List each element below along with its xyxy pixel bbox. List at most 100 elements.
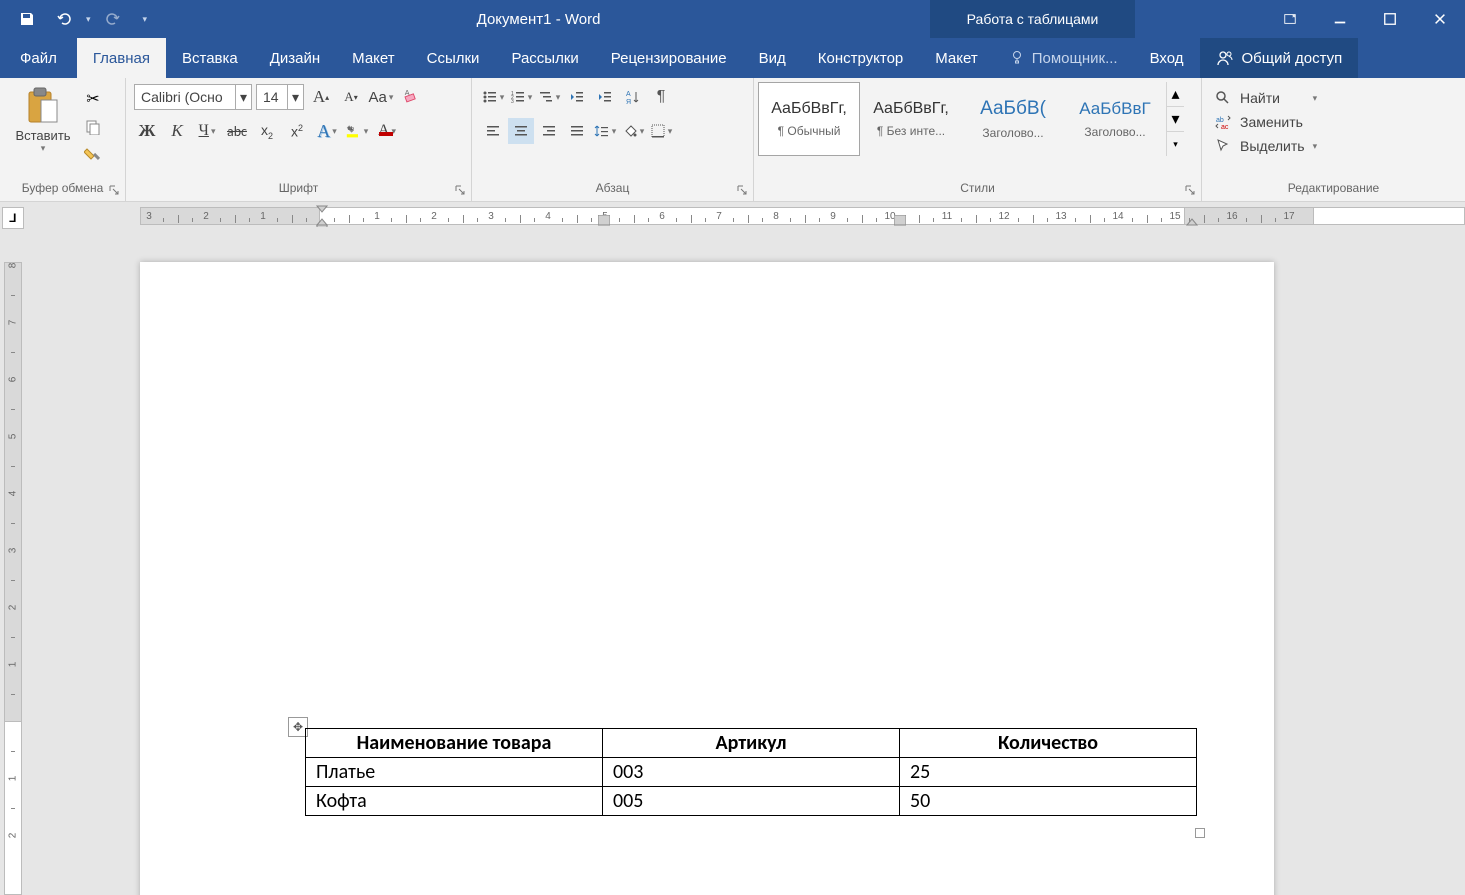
tab-view[interactable]: Вид	[743, 38, 802, 78]
show-marks-button[interactable]: ¶	[648, 84, 674, 110]
tab-review[interactable]: Рецензирование	[595, 38, 743, 78]
font-launcher[interactable]	[453, 183, 467, 197]
share-label: Общий доступ	[1242, 50, 1343, 67]
highlight-button[interactable]: ab	[344, 118, 370, 144]
table-cell[interactable]: 25	[900, 758, 1197, 787]
vertical-ruler[interactable]: 8765432112	[0, 232, 26, 895]
svg-text:Я: Я	[626, 99, 631, 105]
superscript-button[interactable]: x2	[284, 118, 310, 144]
tab-table-layout[interactable]: Макет	[919, 38, 993, 78]
paragraph-launcher[interactable]	[735, 183, 749, 197]
page[interactable]: ✥ Наименование товара Артикул Количество…	[140, 262, 1274, 895]
find-button[interactable]: Найти	[1210, 88, 1321, 108]
justify-button[interactable]	[564, 118, 590, 144]
table-cell[interactable]: Платье	[306, 758, 603, 787]
replace-button[interactable]: abac Заменить	[1210, 112, 1321, 132]
svg-text:ab: ab	[347, 126, 353, 132]
subscript-button[interactable]: x2	[254, 118, 280, 144]
styles-scroll-up[interactable]: ▴	[1167, 82, 1184, 107]
font-color-button[interactable]: A	[374, 118, 400, 144]
tab-design[interactable]: Дизайн	[254, 38, 336, 78]
document-table[interactable]: Наименование товара Артикул Количество П…	[305, 728, 1197, 816]
table-col-marker-1[interactable]	[598, 215, 610, 227]
multilevel-list-button[interactable]	[536, 84, 562, 110]
table-col-marker-2[interactable]	[894, 215, 906, 227]
italic-button[interactable]: К	[164, 118, 190, 144]
font-name-combo[interactable]: Calibri (Осно ▾	[134, 84, 252, 110]
table-cell[interactable]: 003	[603, 758, 900, 787]
font-size-combo[interactable]: 14 ▾	[256, 84, 304, 110]
style-heading2[interactable]: АаБбВвГ Заголово...	[1064, 82, 1166, 156]
table-cell[interactable]: 005	[603, 787, 900, 816]
increase-indent-button[interactable]	[592, 84, 618, 110]
table-row[interactable]: Платье 003 25	[306, 758, 1197, 787]
styles-expand[interactable]: ▾	[1167, 132, 1184, 156]
line-spacing-icon	[594, 123, 610, 139]
bold-button[interactable]: Ж	[134, 118, 160, 144]
cursor-icon	[1214, 138, 1232, 154]
close-button[interactable]	[1415, 0, 1465, 38]
table-header-row[interactable]: Наименование товара Артикул Количество	[306, 729, 1197, 758]
shading-button[interactable]	[620, 118, 646, 144]
copy-button[interactable]	[82, 116, 104, 138]
share-button[interactable]: Общий доступ	[1200, 38, 1359, 78]
right-indent-marker[interactable]	[1186, 215, 1198, 227]
sort-button[interactable]: AЯ	[620, 84, 646, 110]
tab-stop-selector[interactable]: L	[2, 207, 24, 229]
shrink-font-button[interactable]: A▾	[338, 84, 364, 110]
table-row[interactable]: Кофта 005 50	[306, 787, 1197, 816]
table-header-cell[interactable]: Артикул	[603, 729, 900, 758]
table-cell[interactable]: 50	[900, 787, 1197, 816]
styles-launcher[interactable]	[1183, 183, 1197, 197]
horizontal-ruler[interactable]: 3211234567891011121314151617	[0, 203, 1465, 231]
tab-mailings[interactable]: Рассылки	[495, 38, 594, 78]
redo-button[interactable]	[95, 4, 129, 34]
table-cell[interactable]: Кофта	[306, 787, 603, 816]
change-case-button[interactable]: Aa	[368, 84, 394, 110]
style-normal[interactable]: АаБбВвГг, ¶ Обычный	[758, 82, 860, 156]
clear-formatting-button[interactable]: A	[398, 84, 424, 110]
style-no-spacing[interactable]: АаБбВвГг, ¶ Без инте...	[860, 82, 962, 156]
left-indent-marker[interactable]	[316, 215, 328, 227]
grow-font-button[interactable]: A▴	[308, 84, 334, 110]
styles-scroll-down[interactable]: ▾	[1167, 107, 1184, 132]
maximize-button[interactable]	[1365, 0, 1415, 38]
decrease-indent-button[interactable]	[564, 84, 590, 110]
table-resize-handle[interactable]	[1195, 828, 1205, 838]
paste-button[interactable]: Вставить ▾	[8, 84, 78, 154]
ribbon-display-options-button[interactable]	[1265, 0, 1315, 38]
sign-in-button[interactable]: Вход	[1134, 38, 1200, 78]
document-area[interactable]: ✥ Наименование товара Артикул Количество…	[26, 232, 1465, 895]
align-left-button[interactable]	[480, 118, 506, 144]
clipboard-launcher[interactable]	[107, 183, 121, 197]
format-painter-button[interactable]	[82, 144, 104, 166]
tab-table-design[interactable]: Конструктор	[802, 38, 920, 78]
text-effects-button[interactable]: A	[314, 118, 340, 144]
tab-references[interactable]: Ссылки	[411, 38, 496, 78]
numbering-button[interactable]: 123	[508, 84, 534, 110]
tab-insert[interactable]: Вставка	[166, 38, 254, 78]
tab-home[interactable]: Главная	[77, 38, 166, 78]
select-button[interactable]: Выделить	[1210, 136, 1321, 156]
cut-button[interactable]: ✂	[82, 88, 104, 110]
paste-icon	[23, 86, 63, 126]
tab-file[interactable]: Файл	[0, 38, 77, 78]
line-spacing-button[interactable]	[592, 118, 618, 144]
font-name-dropdown[interactable]: ▾	[235, 85, 251, 109]
strikethrough-button[interactable]: abc	[224, 118, 250, 144]
save-button[interactable]	[10, 4, 44, 34]
align-right-button[interactable]	[536, 118, 562, 144]
minimize-button[interactable]	[1315, 0, 1365, 38]
undo-dropdown[interactable]: ▾	[86, 14, 91, 25]
align-center-button[interactable]	[508, 118, 534, 144]
font-size-dropdown[interactable]: ▾	[287, 85, 303, 109]
borders-button[interactable]	[648, 118, 674, 144]
underline-button[interactable]: Ч	[194, 118, 220, 144]
tell-me-box[interactable]: Помощник...	[994, 38, 1134, 78]
tab-layout[interactable]: Макет	[336, 38, 410, 78]
table-header-cell[interactable]: Количество	[900, 729, 1197, 758]
table-header-cell[interactable]: Наименование товара	[306, 729, 603, 758]
undo-button[interactable]	[48, 4, 82, 34]
bullets-button[interactable]	[480, 84, 506, 110]
style-heading1[interactable]: АаБбВ( Заголово...	[962, 82, 1064, 156]
